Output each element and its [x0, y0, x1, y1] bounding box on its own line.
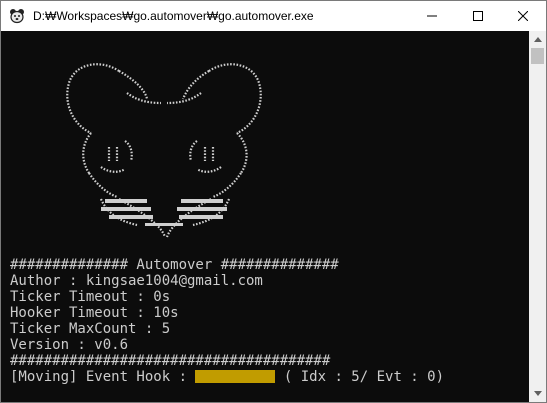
close-button[interactable]	[500, 1, 546, 31]
scroll-thumb[interactable]	[531, 48, 544, 64]
title-bar[interactable]: D:₩Workspaces₩go.automover₩go.automover.…	[1, 1, 546, 31]
console-output[interactable]: ############## Automover ############## …	[1, 31, 529, 402]
hooker-timeout-line: Hooker Timeout : 10s	[10, 305, 179, 321]
minimize-button[interactable]	[409, 1, 455, 31]
console-window: D:₩Workspaces₩go.automover₩go.automover.…	[0, 0, 547, 403]
scroll-down-arrow-icon	[533, 391, 542, 396]
version-line: Version : v0.6	[10, 337, 129, 353]
status-prefix: [Moving] Event Hook :	[10, 369, 196, 385]
ticker-maxcount-line: Ticker MaxCount : 5	[10, 321, 171, 337]
scroll-down-button[interactable]	[529, 385, 546, 402]
maximize-button[interactable]	[455, 1, 501, 31]
status-line: [Moving] Event Hook : ( Idx : 5/ Evt : 0…	[10, 369, 444, 385]
event-hook-progress-bar	[195, 370, 276, 383]
status-suffix: ( Idx : 5/ Evt : 0)	[275, 369, 445, 385]
banner-footer-line: ######################################	[10, 353, 331, 369]
banner-line: ############## Automover ##############	[10, 257, 339, 273]
window-title: D:₩Workspaces₩go.automover₩go.automover.…	[33, 9, 314, 23]
app-icon[interactable]	[9, 8, 25, 24]
scroll-up-arrow-icon	[533, 37, 542, 42]
minimize-icon	[427, 15, 437, 17]
ticker-timeout-line: Ticker Timeout : 0s	[10, 289, 171, 305]
scroll-up-button[interactable]	[529, 31, 546, 48]
mickey-ascii-art	[66, 63, 262, 238]
close-icon	[518, 11, 528, 21]
author-line: Author : kingsae1004@gmail.com	[10, 273, 263, 289]
vertical-scrollbar[interactable]	[529, 31, 546, 402]
maximize-icon	[473, 11, 483, 21]
